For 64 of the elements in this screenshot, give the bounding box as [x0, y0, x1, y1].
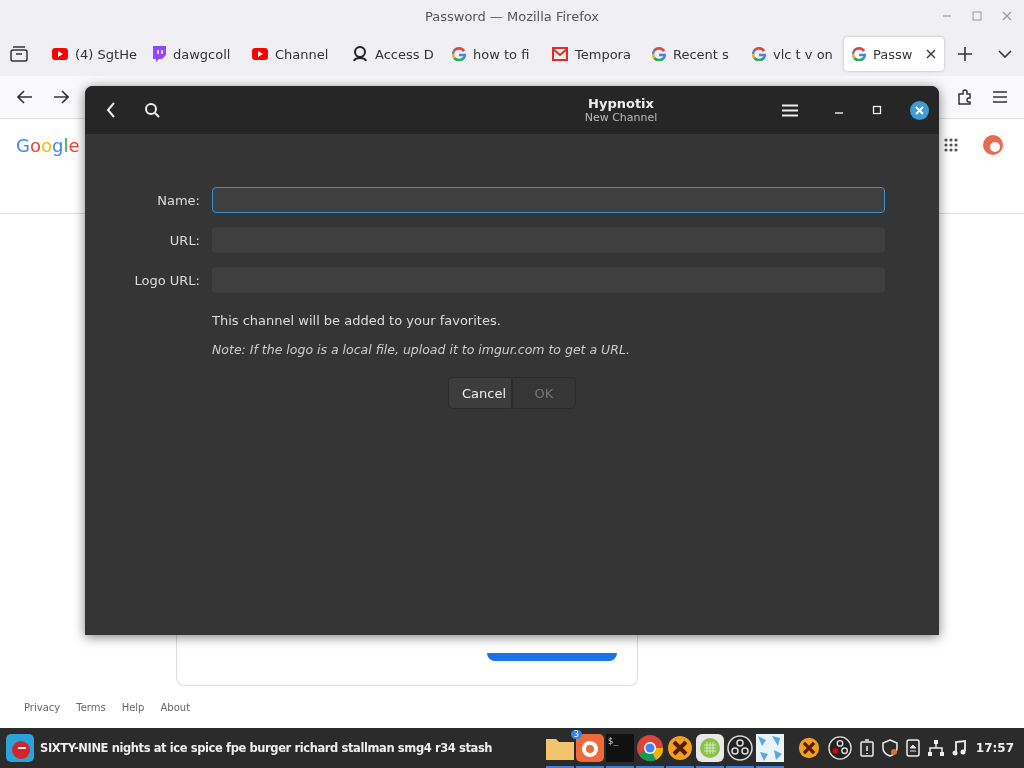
folder-icon[interactable] [545, 736, 574, 760]
person-icon [352, 46, 368, 62]
app-title: Hypnotix [588, 96, 654, 111]
browser-tab[interactable]: Tempora [544, 37, 644, 71]
back-arrow-icon[interactable] [17, 90, 33, 104]
footer-link[interactable]: Terms [76, 701, 106, 713]
app-subtitle: New Channel [584, 111, 658, 124]
field-label: Name: [156, 192, 200, 208]
ring-icon[interactable] [827, 736, 852, 760]
puzzle-icon[interactable] [957, 89, 973, 105]
shield-icon[interactable] [881, 739, 898, 757]
field-label: URL: [168, 232, 200, 248]
count-badge: 3 [570, 730, 582, 739]
browser-tab[interactable]: vlc t v on [744, 37, 844, 71]
avatar-icon[interactable] [982, 134, 1004, 156]
search-icon[interactable] [144, 102, 160, 118]
browser-tab[interactable]: Access D [344, 37, 444, 71]
g-icon [852, 47, 866, 61]
close-icon[interactable] [910, 100, 929, 120]
globe-icon[interactable] [635, 734, 664, 762]
text-field[interactable] [212, 187, 885, 213]
tab-list-icon[interactable] [10, 46, 28, 62]
back-icon[interactable] [106, 102, 116, 118]
active-window-title: SIXTY-NINE nights at ice spice fpe burger richard stallman smg4 r34 stash [40, 740, 493, 756]
network-icon[interactable] [927, 740, 944, 756]
footer-link[interactable]: Help [121, 701, 145, 713]
apps-grid-icon[interactable] [944, 138, 958, 152]
mail-icon [552, 47, 568, 61]
cancel-button[interactable]: Cancel [448, 377, 512, 409]
pattern-icon[interactable] [755, 734, 784, 762]
footer-link[interactable]: About [160, 701, 191, 713]
browser-tab[interactable]: (4) SgtHe [44, 37, 144, 71]
footer-link[interactable]: Privacy [24, 701, 61, 713]
x-circle-icon[interactable] [666, 735, 693, 761]
chat-icon [152, 46, 166, 62]
g-icon [652, 47, 666, 61]
window-title: Password — Mozilla Firefox [425, 8, 599, 24]
g-icon [752, 47, 766, 61]
forward-arrow-icon[interactable] [53, 90, 69, 104]
g-icon [452, 47, 466, 61]
info-text: This channel will be added to your favorites. [212, 313, 502, 328]
dot-grid-icon[interactable] [695, 734, 724, 762]
browser-tab[interactable]: dawgcoll [144, 37, 244, 71]
browser-tab[interactable]: how to fi [444, 37, 544, 71]
terminal-icon[interactable]: $_ [605, 734, 634, 762]
clipboard-icon[interactable] [859, 739, 874, 757]
browser-tab[interactable]: Channel [244, 37, 344, 71]
note-text: Note: If the logo is a local file, upload it to imgur.com to get a URL. [212, 342, 631, 357]
close-tab-icon[interactable] [926, 49, 936, 59]
play-icon [252, 48, 268, 60]
play-icon [52, 48, 68, 60]
browser-tab[interactable]: Recent s [644, 37, 744, 71]
google-logo: Google [16, 134, 80, 156]
clock: 17:57 [975, 741, 1014, 755]
ring-icon[interactable] [726, 735, 753, 761]
chevron-down-icon[interactable] [998, 50, 1012, 58]
new-tab-icon[interactable] [958, 47, 972, 61]
eject-icon[interactable] [905, 739, 920, 757]
field-label: Logo URL: [133, 272, 200, 288]
x-circle-icon[interactable] [797, 737, 820, 759]
next-button[interactable] [487, 653, 617, 661]
browser-tab[interactable]: Passw [844, 37, 944, 71]
menu-icon[interactable] [993, 91, 1007, 103]
music-icon[interactable] [951, 740, 966, 756]
